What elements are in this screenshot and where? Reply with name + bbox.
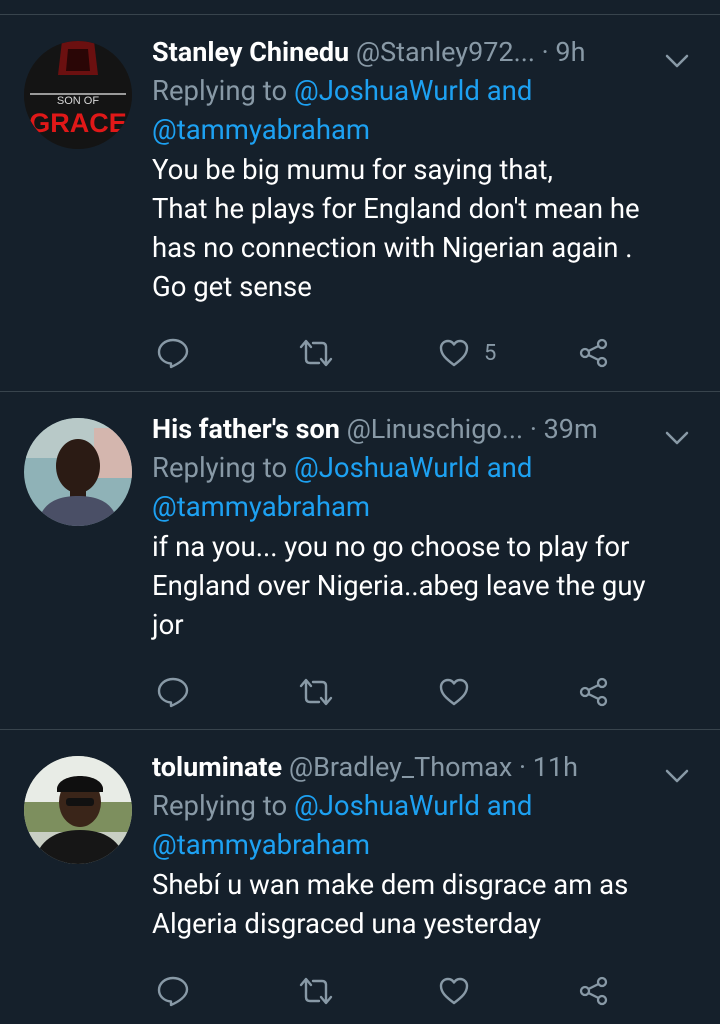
tweet-text-line: That he plays for England don't mean he [152,192,640,225]
tweet-text: Shebí u wan make dem disgrace am as Alge… [152,865,696,943]
display-name[interactable]: His father's son [152,413,340,445]
avatar[interactable]: SON OF GRACE [24,41,132,149]
tweet-text: You be big mumu for saying that, That he… [152,150,696,306]
avatar[interactable] [24,418,132,526]
mention-link[interactable]: @JoshuaWurld and [294,74,532,107]
tweet-text: if na you... you no go choose to play fo… [152,527,696,644]
tweet-text-line: if na you... you no go choose to play fo… [152,530,630,563]
avatar-image [24,756,132,864]
chevron-down-icon[interactable] [664,41,690,79]
mention-link[interactable]: @JoshuaWurld and [294,451,532,484]
user-handle[interactable]: @Stanley972... [356,36,535,68]
like-icon[interactable] [438,672,470,712]
tweet-actions [152,971,632,1011]
share-icon[interactable] [578,971,610,1011]
chevron-down-icon[interactable] [664,418,690,456]
tweet-header: toluminate @Bradley_Thomax · 11h [152,748,696,786]
share-icon[interactable] [578,672,610,712]
replying-label: Replying to [152,789,288,822]
replying-to-continued: @tammyabraham [152,825,696,864]
share-icon[interactable] [578,333,610,373]
replying-to: Replying to @JoshuaWurld and [152,448,696,487]
tweet-text-line: jor [152,608,184,641]
display-name[interactable]: toluminate [152,751,282,783]
tweet-2[interactable]: His father's son @Linuschigo... · 39m Re… [0,392,720,730]
tweet-3[interactable]: toluminate @Bradley_Thomax · 11h Replyin… [0,730,720,1024]
replying-to: Replying to @JoshuaWurld and [152,71,696,110]
timestamp[interactable]: · 39m [530,413,598,445]
reply-icon[interactable] [156,672,190,712]
timestamp[interactable]: · 11h [519,751,578,783]
tweet-actions [152,672,632,712]
like-icon[interactable] [438,971,470,1011]
tweet-text-line: Algeria disgraced una yesterday [152,907,541,940]
tweet-header: Stanley Chinedu @Stanley972... · 9h [152,33,696,71]
chevron-down-icon[interactable] [664,756,690,794]
avatar[interactable] [24,756,132,864]
retweet-icon[interactable] [298,971,334,1011]
tweet-actions: 5 [152,333,632,373]
replying-to-continued: @tammyabraham [152,487,696,526]
replying-to-continued: @tammyabraham [152,110,696,149]
user-handle[interactable]: @Linuschigo... [347,413,524,445]
tweet-text-line: England over Nigeria..abeg leave the guy [152,569,646,602]
like-count: 5 [484,340,497,366]
like-button[interactable]: 5 [438,333,496,373]
mention-link[interactable]: @tammyabraham [152,828,370,861]
display-name[interactable]: Stanley Chinedu [152,36,349,68]
user-handle[interactable]: @Bradley_Thomax [289,751,512,783]
retweet-icon[interactable] [298,333,334,373]
timestamp[interactable]: · 9h [542,36,586,68]
tweet-text-line: Go get sense [152,270,312,303]
avatar-text-bottom: GRACE [29,108,127,138]
mention-link[interactable]: @JoshuaWurld and [294,789,532,822]
reply-icon[interactable] [156,971,190,1011]
tweet-text-line: has no connection with Nigerian again . [152,231,633,264]
retweet-icon[interactable] [298,672,334,712]
replying-label: Replying to [152,74,288,107]
avatar-image [24,418,132,526]
mention-link[interactable]: @tammyabraham [152,113,370,146]
replying-to: Replying to @JoshuaWurld and [152,786,696,825]
tweet-1[interactable]: SON OF GRACE Stanley Chinedu @Stanley972… [0,15,720,392]
tweet-text-line: You be big mumu for saying that, [152,153,553,186]
like-icon[interactable] [438,338,470,368]
avatar-image: SON OF GRACE [24,41,132,149]
reply-icon[interactable] [156,333,190,373]
replying-label: Replying to [152,451,288,484]
tweet-text-line: Shebí u wan make dem disgrace am as [152,868,629,901]
tweet-header: His father's son @Linuschigo... · 39m [152,410,696,448]
avatar-text-top: SON OF [57,95,99,107]
mention-link[interactable]: @tammyabraham [152,490,370,523]
